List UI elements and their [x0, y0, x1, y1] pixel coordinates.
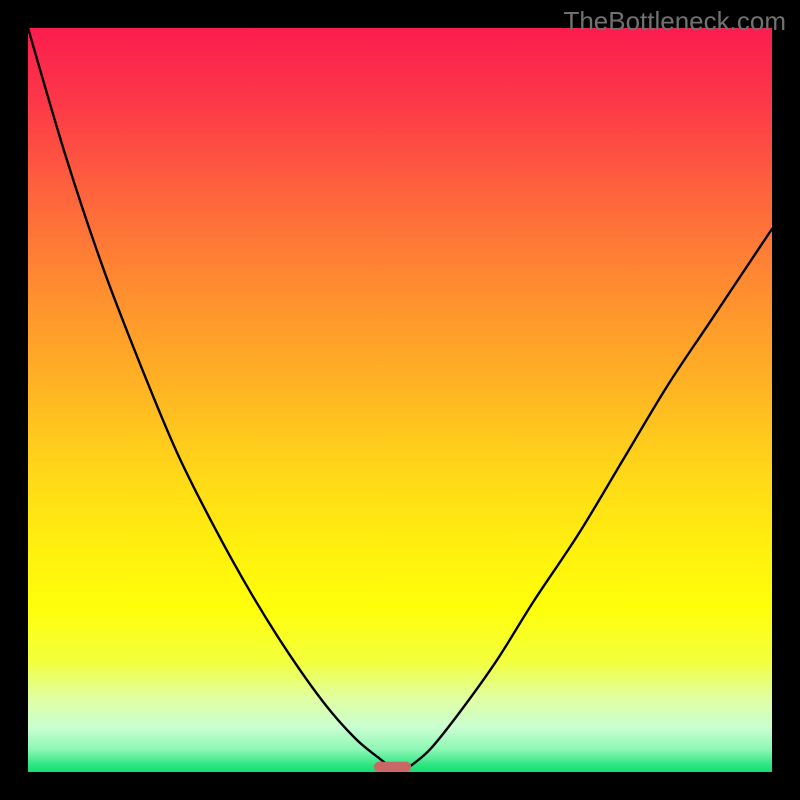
notch-marker: [374, 762, 411, 772]
chart-frame: TheBottleneck.com: [0, 0, 800, 800]
plot-area: [28, 28, 772, 772]
watermark-text: TheBottleneck.com: [563, 6, 786, 37]
chart-svg: [28, 28, 772, 772]
gradient-background: [28, 28, 772, 772]
